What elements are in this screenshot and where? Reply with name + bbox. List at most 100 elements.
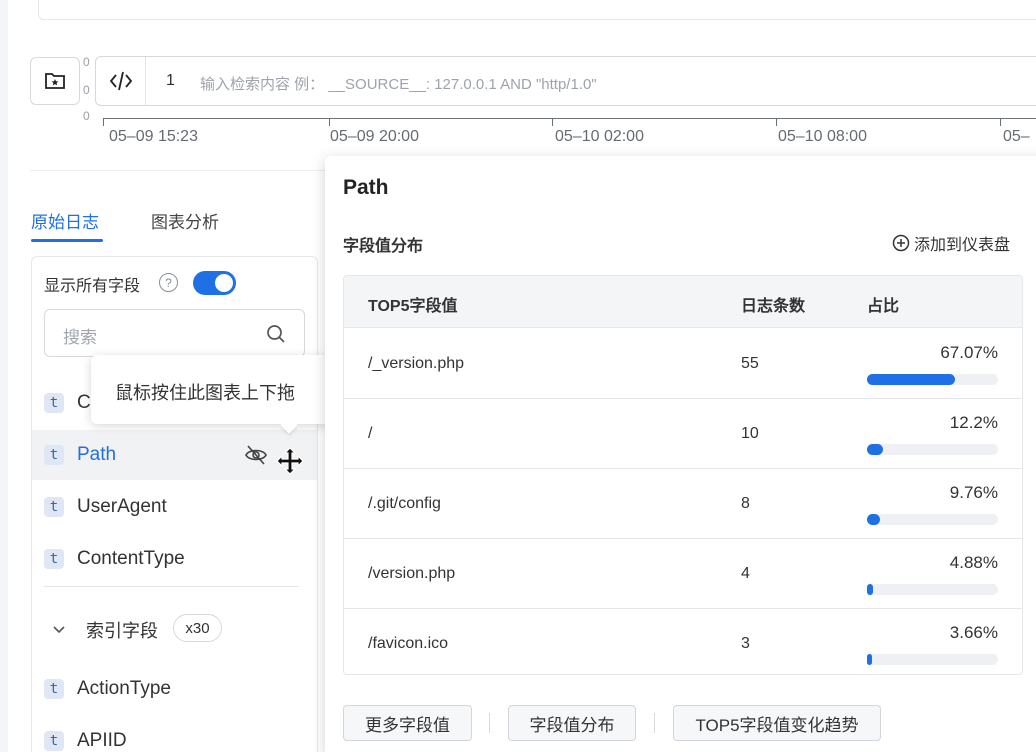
axis-tick — [1000, 118, 1001, 126]
field-item[interactable]: t ActionType — [32, 664, 317, 714]
column-header-value: TOP5字段值 — [368, 298, 458, 315]
show-all-fields-label: 显示所有字段 — [44, 278, 141, 295]
folder-star-icon — [45, 73, 65, 89]
field-name: ActionType — [77, 678, 171, 699]
search-icon[interactable] — [266, 324, 286, 344]
table-row[interactable]: /.git/config 8 9.76% — [344, 469, 1022, 539]
percent-label: 67.07% — [940, 343, 998, 362]
text-type-badge: t — [44, 549, 64, 569]
log-count: 4 — [741, 565, 750, 582]
chevron-down-icon[interactable] — [51, 621, 67, 637]
ratio-bar-fill — [867, 654, 872, 665]
table-row[interactable]: / 10 12.2% — [344, 399, 1022, 469]
field-value: / — [368, 425, 373, 442]
text-type-badge: t — [44, 445, 64, 465]
field-name: Path — [77, 444, 117, 465]
field-item[interactable]: t UserAgent — [32, 482, 317, 532]
field-name: ContentType — [77, 548, 185, 569]
saved-queries-button[interactable] — [30, 57, 80, 105]
time-tick-label: 05–09 20:00 — [330, 128, 419, 145]
divider — [44, 586, 299, 587]
value-distribution-button[interactable]: 字段值分布 — [508, 705, 636, 741]
divider — [654, 713, 655, 733]
search-placeholder: 搜索 — [63, 328, 97, 347]
text-type-badge: t — [44, 679, 64, 699]
field-detail-popover: Path 字段值分布 添加到仪表盘 TOP5字段值 日志条数 占比 /_vers… — [325, 156, 1036, 752]
code-icon — [109, 71, 132, 91]
axis-zero-label: 0 — [83, 109, 90, 123]
percent-label: 9.76% — [949, 483, 998, 502]
field-value: /version.php — [368, 565, 456, 582]
tooltip-text: 鼠标按住此图表上下拖 — [115, 383, 295, 403]
top-panel-remnant — [38, 0, 1036, 20]
line-number: 1 — [166, 72, 175, 89]
ratio-bar-track — [867, 654, 998, 665]
field-name: UserAgent — [77, 496, 167, 517]
distribution-subtitle: 字段值分布 — [343, 238, 424, 255]
ratio-bar-fill — [867, 514, 880, 525]
drag-move-icon[interactable] — [276, 446, 304, 476]
text-type-badge: t — [44, 393, 64, 413]
log-count: 3 — [741, 635, 750, 652]
ratio-bar-track — [867, 374, 998, 385]
tab-chart-analysis[interactable]: 图表分析 — [151, 208, 219, 233]
field-value: /favicon.ico — [368, 635, 449, 652]
axis-zero-label: 0 — [83, 83, 90, 97]
divider — [489, 713, 490, 733]
column-header-ratio: 占比 — [867, 298, 900, 315]
table-row[interactable]: /_version.php 55 67.07% — [344, 329, 1022, 399]
log-count: 8 — [741, 495, 750, 512]
ratio-bar-track — [867, 514, 998, 525]
time-axis — [103, 118, 1036, 126]
field-name: APIID — [77, 730, 127, 751]
log-count: 10 — [741, 425, 759, 442]
field-value: /_version.php — [368, 355, 465, 372]
eye-off-icon[interactable] — [244, 444, 268, 466]
more-values-button[interactable]: 更多字段值 — [343, 705, 472, 741]
table-header: TOP5字段值 日志条数 占比 — [344, 276, 1022, 328]
field-search-input[interactable]: 搜索 — [44, 309, 305, 357]
field-item[interactable]: t ContentType — [32, 534, 317, 584]
plus-circle-icon — [892, 234, 910, 252]
add-to-dashboard-button[interactable]: 添加到仪表盘 — [892, 231, 1010, 255]
query-input[interactable]: 1 输入检索内容 例： __SOURCE__: 127.0.0.1 AND "h… — [95, 56, 1036, 106]
popover-title: Path — [343, 176, 389, 199]
table-row[interactable]: /version.php 4 4.88% — [344, 539, 1022, 609]
text-type-badge: t — [44, 497, 64, 517]
column-header-count: 日志条数 — [741, 298, 806, 315]
text-type-badge: t — [44, 731, 64, 751]
help-icon[interactable]: ? — [159, 273, 178, 292]
show-all-fields-toggle[interactable] — [193, 271, 236, 295]
field-item[interactable]: t APIID — [32, 716, 317, 752]
value-distribution-table: TOP5字段值 日志条数 占比 /_version.php 55 67.07% … — [343, 275, 1023, 675]
tab-raw-logs[interactable]: 原始日志 — [31, 208, 99, 233]
divider — [30, 170, 330, 171]
log-count: 55 — [741, 355, 759, 372]
ratio-bar-track — [867, 584, 998, 595]
code-mode-button[interactable] — [96, 57, 146, 105]
ratio-bar-fill — [867, 444, 883, 455]
active-tab-indicator — [31, 239, 103, 242]
time-tick-label: 05–10 08:00 — [778, 128, 867, 145]
ratio-bar-fill — [867, 584, 874, 595]
percent-label: 12.2% — [949, 413, 998, 432]
field-value: /.git/config — [368, 495, 441, 512]
time-tick-label: 05–09 15:23 — [109, 128, 198, 145]
time-tick-label: 05–10 02:00 — [555, 128, 644, 145]
index-fields-count-badge: x30 — [173, 614, 222, 642]
percent-label: 3.66% — [949, 623, 998, 642]
axis-tick — [103, 118, 104, 126]
table-row[interactable]: /favicon.ico 3 3.66% — [344, 609, 1022, 674]
add-to-dashboard-label: 添加到仪表盘 — [914, 237, 1011, 254]
time-tick-label: 05– — [1003, 128, 1030, 145]
axis-zero-label: 0 — [83, 55, 90, 69]
field-item-path[interactable]: t Path — [32, 430, 317, 480]
top5-trend-button[interactable]: TOP5字段值变化趋势 — [673, 705, 881, 741]
drag-tooltip: 鼠标按住此图表上下拖 — [91, 355, 351, 434]
field-name: C — [77, 392, 91, 413]
percent-label: 4.88% — [949, 553, 998, 572]
query-placeholder: 输入检索内容 例： __SOURCE__: 127.0.0.1 AND "htt… — [200, 76, 597, 93]
ratio-bar-track — [867, 444, 998, 455]
left-edge-strip — [0, 0, 8, 752]
index-fields-group-label[interactable]: 索引字段 — [86, 617, 158, 643]
